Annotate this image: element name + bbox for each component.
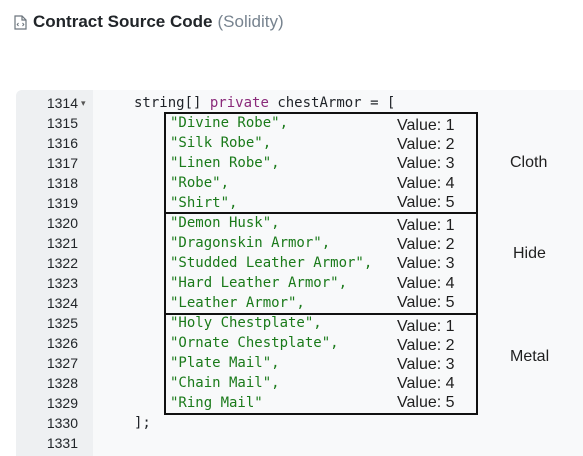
- value-annotation: Value: 2: [397, 337, 455, 354]
- line-number: 1326: [46, 335, 78, 351]
- group-label-metal: Metal: [510, 348, 550, 365]
- value-annotation: Value: 2: [397, 236, 455, 253]
- line-number: 1322: [46, 255, 78, 271]
- array-declaration: string[] private chestArmor = [: [134, 93, 395, 113]
- code-file-icon: [14, 14, 27, 30]
- line-number: 1314: [46, 95, 78, 111]
- line-number: 1329: [46, 395, 78, 411]
- value-annotation: Value: 5: [397, 394, 455, 411]
- line-number: 1320: [46, 215, 78, 231]
- value-annotation: Value: 5: [397, 194, 455, 211]
- page-title: Contract Source Code: [33, 12, 213, 31]
- line-number: 1317: [46, 155, 78, 171]
- type-token: string[]: [134, 95, 202, 111]
- line-number: 1318: [46, 175, 78, 191]
- value-annotation: Value: 1: [397, 117, 455, 134]
- value-annotation: Value: 3: [397, 155, 455, 172]
- line-number: 1330: [46, 415, 78, 431]
- line-number: 1321: [46, 235, 78, 251]
- line-number: 1316: [46, 135, 78, 151]
- line-number: 1324: [46, 295, 78, 311]
- group-label-cloth: Cloth: [510, 154, 548, 171]
- value-annotation: Value: 1: [397, 217, 455, 234]
- fold-toggle-icon[interactable]: ▾: [81, 93, 89, 113]
- value-annotation: Value: 4: [397, 175, 455, 192]
- value-annotation: Value: 4: [397, 275, 455, 292]
- value-annotation: Value: 3: [397, 356, 455, 373]
- line-number: 1323: [46, 275, 78, 291]
- group-label-hide: Hide: [513, 245, 546, 262]
- value-annotation: Value: 2: [397, 136, 455, 153]
- section-header: Contract Source Code (Solidity): [14, 10, 284, 34]
- line-number: 1328: [46, 375, 78, 391]
- line-number: 1325: [46, 315, 78, 331]
- line-number: 1315: [46, 115, 78, 131]
- value-annotation: Value: 5: [397, 294, 455, 311]
- code-editor[interactable]: 1314 ▾ 1315 1316 1317 1318 1319 1320 132…: [16, 90, 583, 456]
- language-label: (Solidity): [217, 12, 284, 31]
- line-number: 1327: [46, 355, 78, 371]
- line-number: 1331: [46, 435, 78, 451]
- assign-token: = [: [370, 95, 396, 111]
- identifier-token: chestArmor: [277, 95, 362, 111]
- line-number: 1319: [46, 195, 78, 211]
- value-annotation: Value: 4: [397, 375, 455, 392]
- value-annotation: Value: 1: [397, 318, 455, 335]
- value-annotation: Value: 3: [397, 255, 455, 272]
- array-close: ];: [134, 415, 151, 431]
- modifier-token: private: [209, 95, 269, 111]
